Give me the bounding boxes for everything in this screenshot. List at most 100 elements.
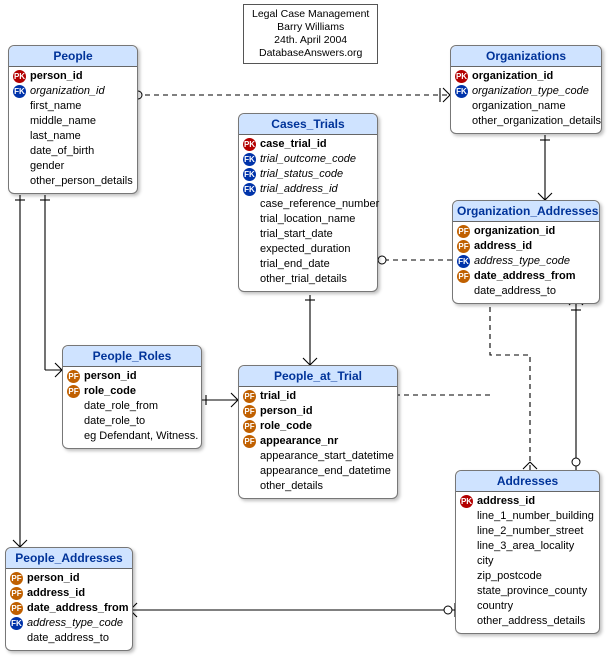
fk-key-icon: FK: [243, 153, 256, 166]
entity-header: People: [9, 46, 137, 67]
column-row: FKorganization_type_code: [455, 84, 597, 99]
pf-key-icon: PF: [457, 270, 470, 283]
column-name: trial_id: [260, 389, 296, 404]
column-name: trial_start_date: [260, 227, 333, 242]
column-row: PF date_address_from: [10, 601, 128, 616]
entity-body: PKperson_idFKorganization_idfirst_namemi…: [9, 67, 137, 193]
column-row: date_address_to: [457, 284, 595, 299]
column-row: PFperson_id: [243, 404, 393, 419]
column-name: role_code: [84, 384, 136, 399]
pf-key-icon: PF: [243, 435, 256, 448]
column-row: FKtrial_address_id: [243, 182, 373, 197]
column-name: address_id: [477, 494, 535, 509]
column-row: country: [460, 599, 595, 614]
column-name: address_id: [474, 239, 532, 254]
fk-key-icon: FK: [10, 617, 23, 630]
column-row: middle_name: [13, 114, 133, 129]
column-row: PK case_trial_id: [243, 137, 373, 152]
column-name: date_address_to: [27, 631, 109, 646]
fk-key-icon: FK: [243, 183, 256, 196]
column-row: PK person_id: [13, 69, 133, 84]
entity-body: PForganization_idPFaddress_idFKaddress_t…: [453, 222, 599, 303]
column-name: trial_outcome_code: [260, 152, 356, 167]
entity-body: PFtrial_idPFperson_idPFrole_codePFappear…: [239, 387, 397, 498]
entity-body: PFperson_idPFrole_codedate_role_fromdate…: [63, 367, 201, 448]
pk-key-icon: PK: [13, 70, 26, 83]
entity-organizations: Organizations PKorganization_idFKorganiz…: [450, 45, 602, 134]
column-name: case_reference_number: [260, 197, 379, 212]
column-name: state_province_county: [477, 584, 587, 599]
column-row: zip_postcode: [460, 569, 595, 584]
column-row: PFrole_code: [243, 419, 393, 434]
title-line4: DatabaseAnswers.org: [252, 47, 369, 60]
column-name: person_id: [27, 571, 80, 586]
column-name: person_id: [84, 369, 137, 384]
pk-key-icon: PK: [460, 495, 473, 508]
pf-key-icon: PF: [10, 572, 23, 585]
column-name: first_name: [30, 99, 81, 114]
entity-people-at-trial: People_at_Trial PFtrial_idPFperson_idPFr…: [238, 365, 398, 499]
pk-key-icon: PK: [243, 138, 256, 151]
column-name: appearance_start_datetime: [260, 449, 394, 464]
column-name: line_1_number_building: [477, 509, 594, 524]
entity-cases-trials: Cases_Trials PK case_trial_id FK trial_outc…: [238, 113, 378, 292]
entity-header: Cases_Trials: [239, 114, 377, 135]
column-name: other_person_details: [30, 174, 133, 189]
diagram-title-box: Legal Case Management Barry Williams 24t…: [243, 4, 378, 64]
title-line1: Legal Case Management: [252, 8, 369, 21]
pf-key-icon: PF: [10, 602, 23, 615]
entity-header: People_Roles: [63, 346, 201, 367]
column-row: appearance_start_datetime: [243, 449, 393, 464]
column-row: line_2_number_street: [460, 524, 595, 539]
entity-organization-addresses: Organization_Addresses PForganization_id…: [452, 200, 600, 304]
column-row: other_trial_details: [243, 272, 373, 287]
entity-people-addresses: People_Addresses PF person_id PF address_id…: [5, 547, 133, 651]
pk-key-icon: PK: [455, 70, 468, 83]
column-row: city: [460, 554, 595, 569]
column-name: last_name: [30, 129, 81, 144]
column-name: other_trial_details: [260, 272, 347, 287]
fk-key-icon: FK: [243, 168, 256, 181]
column-row: case_reference_number: [243, 197, 373, 212]
column-row: gender: [13, 159, 133, 174]
column-row: PFaddress_id: [457, 239, 595, 254]
column-name: role_code: [260, 419, 312, 434]
column-name: address_id: [27, 586, 85, 601]
column-row: appearance_end_datetime: [243, 464, 393, 479]
column-row: PForganization_id: [457, 224, 595, 239]
column-name: date_address_to: [474, 284, 556, 299]
column-name: city: [477, 554, 494, 569]
column-name: person_id: [30, 69, 83, 84]
column-name: trial_end_date: [260, 257, 330, 272]
column-row: PKorganization_id: [455, 69, 597, 84]
column-row: PF person_id: [10, 571, 128, 586]
column-name: case_trial_id: [260, 137, 327, 152]
column-name: date_role_from: [84, 399, 158, 414]
column-name: country: [477, 599, 513, 614]
column-row: trial_end_date: [243, 257, 373, 272]
pf-key-icon: PF: [243, 405, 256, 418]
pf-key-icon: PF: [457, 225, 470, 238]
column-row: PFtrial_id: [243, 389, 393, 404]
column-name: date_address_from: [27, 601, 129, 616]
column-row: other_person_details: [13, 174, 133, 189]
entity-header: Organizations: [451, 46, 601, 67]
column-row: other_address_details: [460, 614, 595, 629]
column-name: appearance_end_datetime: [260, 464, 391, 479]
column-name: gender: [30, 159, 64, 174]
column-row: line_1_number_building: [460, 509, 595, 524]
entity-header: Addresses: [456, 471, 599, 492]
column-name: date_address_from: [474, 269, 576, 284]
column-row: trial_start_date: [243, 227, 373, 242]
column-row: expected_duration: [243, 242, 373, 257]
column-name: date_role_to: [84, 414, 145, 429]
column-row: FKaddress_type_code: [457, 254, 595, 269]
column-name: trial_location_name: [260, 212, 355, 227]
column-row: FKtrial_status_code: [243, 167, 373, 182]
entity-people-roles: People_Roles PFperson_idPFrole_codedate_…: [62, 345, 202, 449]
entity-header: Organization_Addresses: [453, 201, 599, 222]
entity-header: People_Addresses: [6, 548, 132, 569]
pf-key-icon: PF: [67, 385, 80, 398]
column-name: organization_name: [472, 99, 566, 114]
entity-body: PKcase_trial_idFKtrial_outcome_codeFKtri…: [239, 135, 377, 291]
